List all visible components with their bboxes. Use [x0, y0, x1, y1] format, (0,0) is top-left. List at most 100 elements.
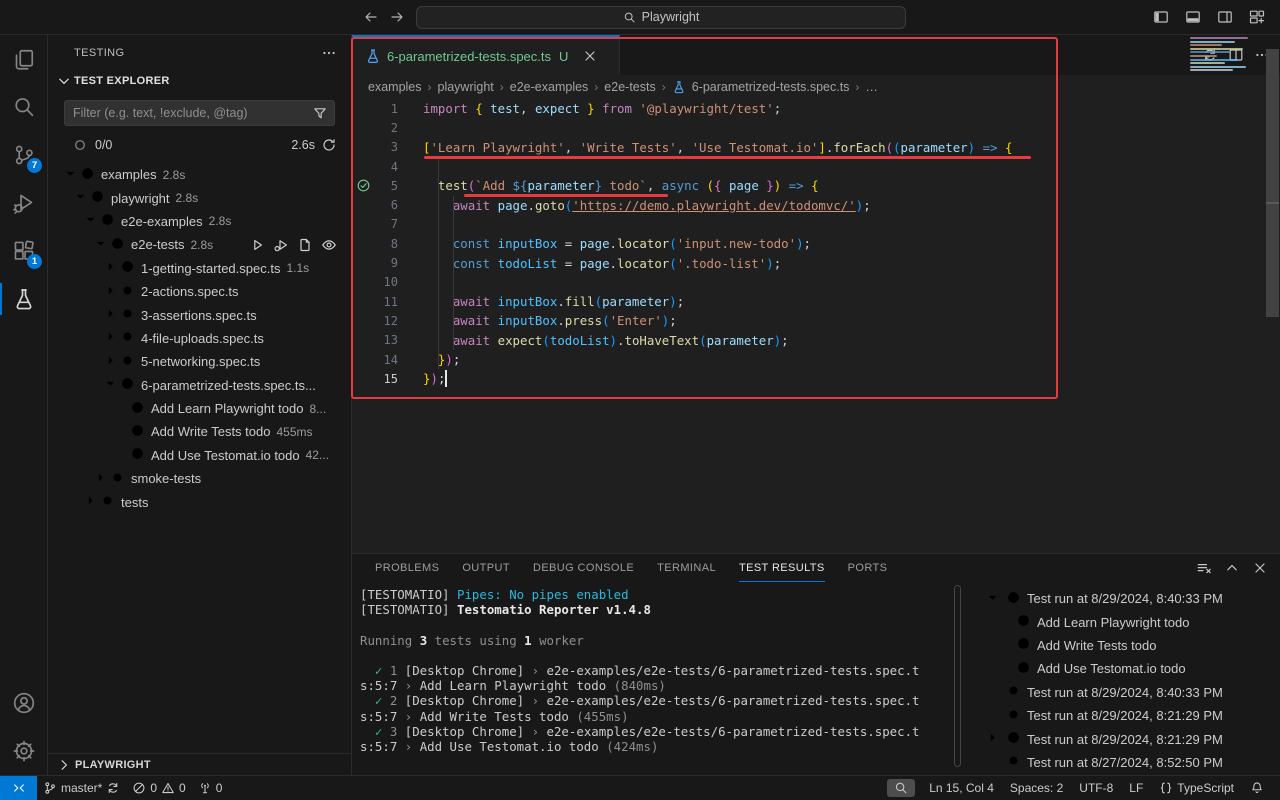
breadcrumb-item[interactable]: 6-parametrized-tests.spec.ts: [692, 80, 850, 94]
chevron-right-icon[interactable]: [103, 329, 117, 347]
panel-tab-terminal[interactable]: TERMINAL: [657, 554, 716, 582]
test-tree-item[interactable]: 1-getting-started.spec.ts1.1s: [48, 257, 351, 280]
chevron-down-icon[interactable]: [93, 236, 107, 254]
status-indentation[interactable]: Spaces: 2: [1004, 776, 1069, 800]
debug-run-icon[interactable]: [273, 237, 289, 253]
status-encoding[interactable]: UTF-8: [1073, 776, 1119, 800]
test-tree-item[interactable]: smoke-tests: [48, 467, 351, 490]
breadcrumb-item[interactable]: …: [865, 80, 878, 94]
refresh-icon[interactable]: [321, 137, 337, 153]
test-result-item[interactable]: Add Use Testomat.io todo: [975, 657, 1280, 680]
test-result-item[interactable]: Add Write Tests todo: [975, 634, 1280, 657]
activity-bar-source-control[interactable]: 7: [0, 131, 47, 179]
activity-bar-testing[interactable]: [0, 275, 47, 323]
test-tree-item[interactable]: 5-networking.spec.ts: [48, 350, 351, 373]
chevron-down-icon[interactable]: [63, 166, 77, 184]
test-tree-item[interactable]: 4-file-uploads.spec.ts: [48, 327, 351, 350]
playwright-section-header[interactable]: PLAYWRIGHT: [48, 753, 351, 775]
test-results-terminal-output[interactable]: [TESTOMATIO] Pipes: No pipes enabled[TES…: [352, 582, 975, 775]
more-actions-icon[interactable]: [321, 45, 337, 61]
clear-results-button[interactable]: [1196, 560, 1212, 576]
filter-icon[interactable]: [312, 105, 328, 121]
activity-bar-explorer[interactable]: [0, 35, 47, 83]
forward-button[interactable]: [384, 5, 410, 29]
activity-bar-account[interactable]: [0, 679, 47, 727]
test-result-item[interactable]: Test run at 8/29/2024, 8:21:29 PM: [975, 727, 1280, 750]
breadcrumb-item[interactable]: e2e-tests: [604, 80, 655, 94]
test-tree-item[interactable]: 3-assertions.spec.ts: [48, 303, 351, 326]
chevron-right-icon[interactable]: [985, 730, 1001, 748]
chevron-right-icon[interactable]: [103, 259, 117, 277]
toggle-secondary-sidebar-button[interactable]: [1212, 5, 1238, 29]
chevron-right-icon[interactable]: [103, 353, 117, 371]
goto-file-icon[interactable]: [297, 237, 313, 253]
minimap[interactable]: [1190, 37, 1252, 73]
editor-scrollbar[interactable]: [1266, 49, 1279, 317]
panel-tab-ports[interactable]: PORTS: [848, 554, 888, 582]
customize-layout-button[interactable]: [1244, 5, 1270, 29]
panel-tab-debug-console[interactable]: DEBUG CONSOLE: [533, 554, 634, 582]
test-result-item[interactable]: Add Learn Playwright todo: [975, 610, 1280, 633]
chevron-down-icon[interactable]: [73, 189, 87, 207]
test-explorer-section-header[interactable]: TEST EXPLORER: [48, 70, 351, 92]
chevron-down-icon[interactable]: [985, 590, 1001, 608]
test-filter-input[interactable]: [64, 100, 335, 126]
test-passed-icon: [130, 423, 146, 441]
test-result-item[interactable]: Test run at 8/29/2024, 8:21:29 PM: [975, 704, 1280, 727]
test-result-item[interactable]: Test run at 8/27/2024, 8:52:50 PM: [975, 751, 1280, 774]
close-icon[interactable]: [582, 48, 598, 64]
gutter-test-passed-icon[interactable]: [356, 178, 372, 194]
test-tree-item[interactable]: e2e-examples2.8s: [48, 210, 351, 233]
chevron-right-icon[interactable]: [103, 306, 117, 324]
editor-tab[interactable]: 6-parametrized-tests.spec.ts U: [352, 35, 620, 75]
terminal-scrollbar[interactable]: [954, 585, 961, 767]
activity-bar-settings[interactable]: [0, 727, 47, 775]
status-eol[interactable]: LF: [1123, 776, 1149, 800]
activity-bar-search[interactable]: [0, 83, 47, 131]
terminal-line: [360, 617, 975, 632]
test-result-item[interactable]: Test run at 8/29/2024, 8:40:33 PM: [975, 587, 1280, 610]
test-tree-item[interactable]: 2-actions.spec.ts: [48, 280, 351, 303]
breadcrumb-item[interactable]: e2e-examples: [510, 80, 589, 94]
breadcrumb-item[interactable]: examples: [368, 80, 422, 94]
test-tree-item[interactable]: Add Write Tests todo455ms: [48, 420, 351, 443]
test-result-item[interactable]: Test run at 8/29/2024, 8:40:33 PM: [975, 681, 1280, 704]
back-button[interactable]: [358, 5, 384, 29]
code-editor[interactable]: 1import { test, expect } from '@playwrig…: [352, 98, 1280, 553]
activity-bar-run-debug[interactable]: [0, 179, 47, 227]
watch-icon[interactable]: [321, 237, 337, 253]
chevron-down-icon[interactable]: [103, 376, 117, 394]
test-tree-item[interactable]: e2e-tests2.8s: [48, 233, 351, 256]
status-cursor-position[interactable]: Ln 15, Col 4: [923, 776, 1000, 800]
chevron-right-icon[interactable]: [93, 470, 107, 488]
chevron-down-icon[interactable]: [83, 212, 97, 230]
maximize-panel-button[interactable]: [1224, 560, 1240, 576]
test-tree-item[interactable]: Add Learn Playwright todo8...: [48, 397, 351, 420]
panel-tab-problems[interactable]: PROBLEMS: [375, 554, 439, 582]
test-tree-item[interactable]: Add Use Testomat.io todo42...: [48, 444, 351, 467]
test-tree-item[interactable]: playwright2.8s: [48, 186, 351, 209]
toggle-panel-button[interactable]: [1180, 5, 1206, 29]
command-center-search[interactable]: Playwright: [416, 6, 906, 29]
test-tree-item[interactable]: examples2.8s: [48, 163, 351, 186]
status-forwarded-ports[interactable]: 0: [192, 776, 229, 800]
chevron-right-icon[interactable]: [83, 493, 97, 511]
chevron-right-icon[interactable]: [103, 283, 117, 301]
status-remote[interactable]: [0, 776, 37, 800]
test-tree-item[interactable]: 6-parametrized-tests.spec.ts...: [48, 374, 351, 397]
status-problems[interactable]: 00: [126, 776, 191, 800]
close-panel-button[interactable]: [1252, 560, 1268, 576]
status-notifications[interactable]: [1244, 776, 1270, 800]
test-result-item[interactable]: [975, 774, 1280, 775]
status-git-branch[interactable]: master*: [37, 776, 126, 800]
test-tree-item[interactable]: tests: [48, 490, 351, 513]
breadcrumb-item[interactable]: playwright: [438, 80, 494, 94]
toggle-primary-sidebar-button[interactable]: [1148, 5, 1174, 29]
activity-bar-extensions[interactable]: 1: [0, 227, 47, 275]
panel-tab-test-results[interactable]: TEST RESULTS: [739, 554, 825, 582]
status-language[interactable]: TypeScript: [1153, 776, 1240, 800]
panel-tab-output[interactable]: OUTPUT: [462, 554, 510, 582]
test-passed-icon: [100, 212, 116, 230]
run-icon[interactable]: [249, 237, 265, 253]
status-zoom[interactable]: [887, 779, 915, 797]
